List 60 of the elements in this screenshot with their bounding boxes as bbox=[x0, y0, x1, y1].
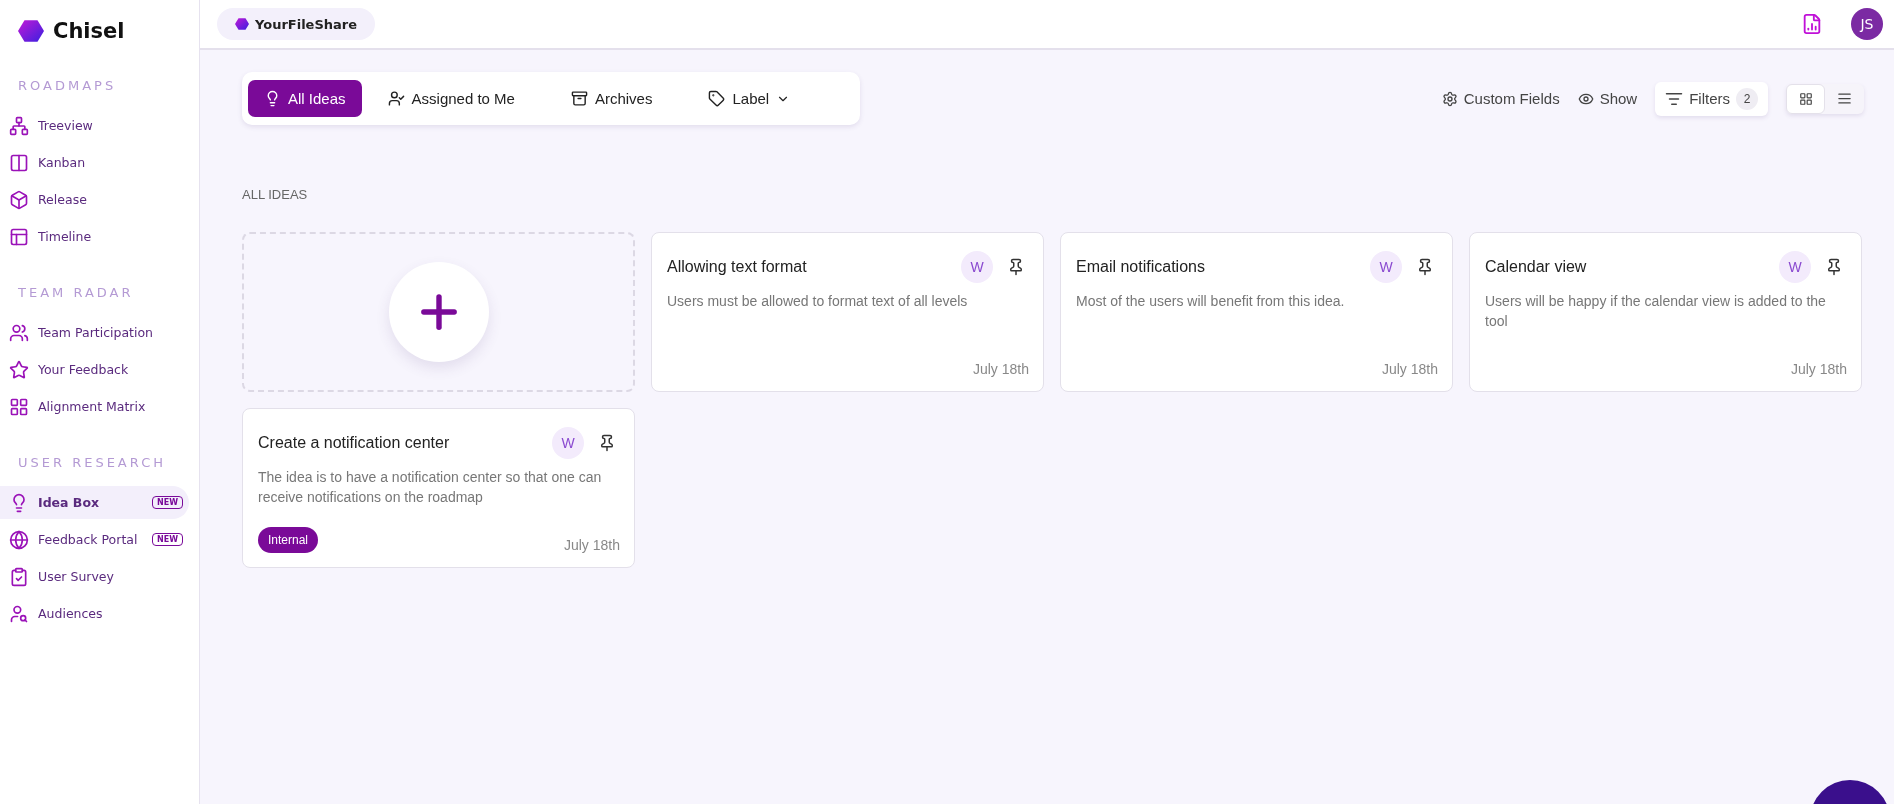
author-avatar: W bbox=[961, 251, 993, 283]
sidebar-label: Timeline bbox=[38, 229, 92, 244]
new-badge: NEW bbox=[152, 496, 183, 509]
filters-button[interactable]: Filters 2 bbox=[1655, 81, 1768, 116]
idea-description: Users will be happy if the calendar view is added to the tool bbox=[1485, 292, 1827, 331]
author-avatar: W bbox=[552, 427, 584, 459]
idea-tag: Internal bbox=[258, 527, 319, 553]
sidebar-label: Idea Box bbox=[38, 495, 100, 510]
sidebar-item[interactable]: Feedback Portal NEW bbox=[0, 523, 189, 556]
sidebar-item[interactable]: Idea Box NEW bbox=[0, 486, 189, 519]
idea-title: Allowing text format bbox=[667, 258, 808, 276]
sidebar-item[interactable]: Kanban bbox=[0, 146, 189, 179]
section-title: ROADMAPS bbox=[17, 78, 118, 93]
author-avatar: W bbox=[1779, 251, 1811, 283]
sidebar-item[interactable]: User Survey bbox=[0, 560, 189, 593]
idea-date: July 18th bbox=[563, 537, 620, 553]
sidebar-item[interactable]: Treeview bbox=[0, 109, 189, 142]
sidebar-item[interactable]: Your Feedback bbox=[0, 353, 189, 386]
tab[interactable]: Archives bbox=[554, 80, 669, 117]
tab[interactable]: Label bbox=[692, 80, 807, 117]
section-title: USER RESEARCH bbox=[17, 455, 167, 470]
sidebar-item[interactable]: Release bbox=[0, 183, 189, 216]
sidebar-label: User Survey bbox=[38, 569, 114, 584]
idea-title: Create a notification center bbox=[258, 434, 451, 452]
sidebar-label: Feedback Portal bbox=[38, 532, 138, 547]
workspace-switcher[interactable]: YourFileShare bbox=[217, 8, 376, 40]
idea-description: Most of the users will benefit from this idea. bbox=[1076, 292, 1346, 311]
tab[interactable]: All Ideas bbox=[248, 80, 362, 117]
sidebar-label: Alignment Matrix bbox=[38, 399, 146, 414]
idea-card[interactable]: Create a notification center W The idea is to have a notification center so that one can receive notifications on the roadmap Internal July 18th bbox=[242, 408, 635, 568]
author-avatar: W bbox=[1370, 251, 1402, 283]
idea-date: July 18th bbox=[972, 361, 1029, 377]
section-heading: ALL IDEAS bbox=[242, 187, 309, 202]
sidebar-item[interactable]: Team Participation bbox=[0, 316, 189, 349]
section-title: TEAM RADAR bbox=[17, 285, 135, 300]
brand-name: Chisel bbox=[53, 19, 125, 43]
idea-date: July 18th bbox=[1381, 361, 1438, 377]
idea-title: Email notifications bbox=[1076, 258, 1206, 276]
custom-fields-button[interactable]: Custom Fields bbox=[1441, 90, 1560, 107]
filter-count: 2 bbox=[1736, 87, 1758, 110]
new-badge: NEW bbox=[152, 533, 183, 546]
sidebar-label: Release bbox=[38, 192, 87, 207]
user-avatar[interactable]: JS bbox=[1851, 8, 1883, 40]
sidebar-label: Kanban bbox=[38, 155, 86, 170]
idea-title: Calendar view bbox=[1485, 258, 1588, 276]
sidebar-item[interactable]: Alignment Matrix bbox=[0, 390, 189, 423]
idea-description: Users must be allowed to format text of all levels bbox=[667, 292, 969, 311]
idea-card[interactable]: Email notifications W Most of the users will benefit from this idea. July 18th bbox=[1060, 232, 1453, 392]
idea-card[interactable]: Calendar view W Users will be happy if the calendar view is added to the tool July 18th bbox=[1469, 232, 1862, 392]
idea-description: The idea is to have a notification center so that one can receive notifications on the roadmap bbox=[258, 468, 603, 507]
tab[interactable]: Assigned to Me bbox=[371, 80, 531, 117]
sidebar-label: Treeview bbox=[38, 118, 93, 133]
sidebar-label: Audiences bbox=[38, 606, 103, 621]
sidebar-item[interactable]: Timeline bbox=[0, 220, 189, 253]
show-button[interactable]: Show bbox=[1577, 90, 1638, 107]
sidebar-item[interactable]: Audiences bbox=[0, 597, 189, 630]
sidebar-label: Team Participation bbox=[38, 325, 154, 340]
idea-card[interactable]: Allowing text format W Users must be allowed to format text of all levels July 18th bbox=[651, 232, 1044, 392]
sidebar-label: Your Feedback bbox=[38, 362, 129, 377]
idea-date: July 18th bbox=[1790, 361, 1847, 377]
